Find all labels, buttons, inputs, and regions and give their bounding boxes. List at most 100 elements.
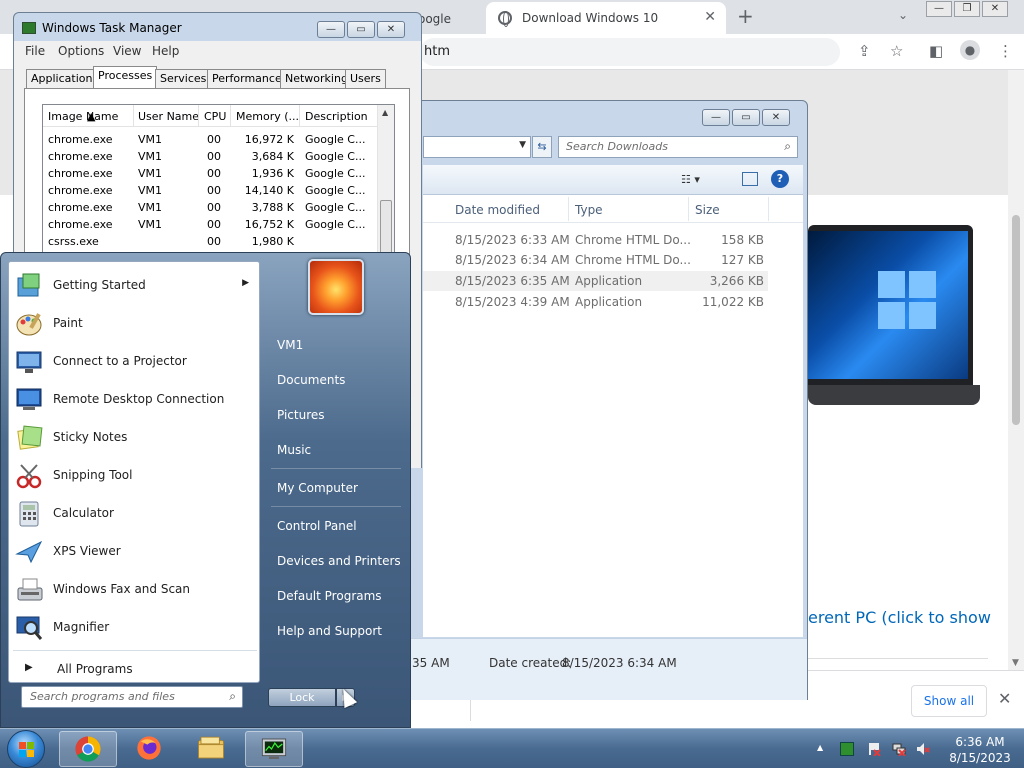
start-item-control-panel[interactable]: Control Panel <box>267 511 405 541</box>
scroll-thumb[interactable] <box>380 200 392 260</box>
refresh-icon[interactable]: ⇆ <box>532 136 552 158</box>
menu-kebab-icon[interactable]: ⋮ <box>998 42 1013 60</box>
maximize-button[interactable]: ▭ <box>732 109 760 126</box>
close-button[interactable]: ✕ <box>982 1 1008 17</box>
column-image-name[interactable]: Image Name <box>48 110 118 123</box>
page-scrollbar[interactable]: ▼ <box>1008 70 1024 670</box>
process-cpu: 00 <box>207 150 221 163</box>
all-programs-button[interactable]: ▶ All Programs <box>13 657 257 681</box>
tab-performance[interactable]: Performance <box>207 69 287 88</box>
scroll-up-icon[interactable]: ▲ <box>382 108 388 117</box>
download-bar-close-icon[interactable]: ✕ <box>998 689 1011 708</box>
action-center-flag-icon[interactable] <box>867 742 881 756</box>
tab-networking[interactable]: Networking <box>280 69 353 88</box>
minimize-button[interactable]: — <box>926 1 952 17</box>
column-description[interactable]: Description <box>305 110 368 123</box>
new-tab-button[interactable]: + <box>737 4 754 28</box>
start-item-default-programs[interactable]: Default Programs <box>267 581 405 611</box>
menu-help[interactable]: Help <box>152 44 179 58</box>
address-bar[interactable]: htm <box>420 38 840 66</box>
tab-processes[interactable]: Processes <box>93 66 158 89</box>
process-row[interactable]: chrome.exe VM1 00 14,140 K Google C... <box>43 182 378 199</box>
restore-button[interactable]: ❐ <box>954 1 980 17</box>
different-pc-link[interactable]: erent PC (click to show <box>808 608 991 627</box>
start-button[interactable] <box>7 730 45 768</box>
address-dropdown-icon[interactable]: ▼ <box>519 140 526 150</box>
tab-applications[interactable]: Applications <box>26 69 104 88</box>
program-getting-started[interactable]: Getting Started ▶ <box>13 268 257 304</box>
lock-button[interactable]: Lock <box>268 688 336 707</box>
profile-avatar-icon[interactable]: ● <box>960 40 980 60</box>
volume-muted-icon[interactable] <box>916 742 930 756</box>
column-type[interactable]: Type <box>575 203 603 217</box>
program-sticky-notes[interactable]: Sticky Notes <box>13 420 257 456</box>
tray-app-icon[interactable] <box>840 742 854 756</box>
tab-users[interactable]: Users <box>345 69 386 88</box>
program-fax-scan[interactable]: Windows Fax and Scan <box>13 572 257 608</box>
taskbar-chrome[interactable] <box>59 731 117 767</box>
search-downloads-input[interactable]: Search Downloads ⌕ <box>558 136 798 158</box>
maximize-button[interactable]: ▭ <box>347 21 375 38</box>
taskbar-task-manager[interactable] <box>245 731 303 767</box>
preview-pane-icon[interactable] <box>742 172 758 186</box>
program-connect-projector[interactable]: Connect to a Projector <box>13 344 257 380</box>
start-item-music[interactable]: Music <box>267 435 405 465</box>
process-row[interactable]: chrome.exe VM1 00 3,788 K Google C... <box>43 199 378 216</box>
start-item-help-support[interactable]: Help and Support <box>267 616 405 646</box>
help-icon[interactable]: ? <box>771 170 789 188</box>
process-row[interactable]: csrss.exe 00 1,980 K <box>43 233 378 250</box>
tab-services[interactable]: Services <box>155 69 212 88</box>
process-memory: 3,684 K <box>251 150 294 163</box>
search-programs-input[interactable]: Search programs and files ⌕ <box>21 686 243 708</box>
scroll-down-icon[interactable]: ▼ <box>1012 658 1019 668</box>
change-view-icon[interactable]: ☷ ▾ <box>681 173 700 186</box>
minimize-button[interactable]: — <box>702 109 730 126</box>
column-memory[interactable]: Memory (... <box>236 110 299 123</box>
minimize-button[interactable]: — <box>317 21 345 38</box>
process-row[interactable]: chrome.exe VM1 00 1,936 K Google C... <box>43 165 378 182</box>
program-magnifier[interactable]: Magnifier <box>13 610 257 646</box>
program-remote-desktop[interactable]: Remote Desktop Connection <box>13 382 257 418</box>
close-button[interactable]: ✕ <box>377 21 405 38</box>
share-icon[interactable]: ⇪ <box>858 42 871 60</box>
start-item-my-computer[interactable]: My Computer <box>267 473 405 503</box>
tab-close-icon[interactable]: ✕ <box>704 9 716 25</box>
tab-search-chevron-icon[interactable]: ⌄ <box>898 8 908 22</box>
search-icon: ⌕ <box>784 139 791 153</box>
file-row[interactable]: 8/15/2023 4:39 AM Application 11,022 KB <box>423 292 768 312</box>
file-row-selected[interactable]: 8/15/2023 6:35 AM Application 3,266 KB <box>423 271 768 291</box>
scroll-thumb[interactable] <box>1012 215 1020 425</box>
user-avatar[interactable] <box>308 259 364 315</box>
show-hidden-icons-icon[interactable]: ▲ <box>817 743 823 752</box>
program-snipping-tool[interactable]: Snipping Tool <box>13 458 257 494</box>
bookmark-star-icon[interactable]: ☆ <box>890 42 903 60</box>
column-user-name[interactable]: User Name <box>138 110 199 123</box>
process-row[interactable]: chrome.exe VM1 00 16,752 K Google C... <box>43 216 378 233</box>
menu-options[interactable]: Options <box>58 44 104 58</box>
start-item-documents[interactable]: Documents <box>267 365 405 395</box>
taskbar-firefox[interactable] <box>121 731 179 767</box>
side-panel-icon[interactable]: ◧ <box>929 42 943 60</box>
menu-file[interactable]: File <box>25 44 45 58</box>
column-cpu[interactable]: CPU <box>204 110 226 123</box>
menu-view[interactable]: View <box>113 44 141 58</box>
column-size[interactable]: Size <box>695 203 720 217</box>
start-item-pictures[interactable]: Pictures <box>267 400 405 430</box>
network-icon[interactable] <box>892 742 906 756</box>
file-row[interactable]: 8/15/2023 6:34 AM Chrome HTML Do... 127 … <box>423 250 768 270</box>
system-clock[interactable]: 6:36 AM 8/15/2023 <box>942 734 1018 766</box>
taskbar-file-explorer[interactable] <box>183 731 241 767</box>
close-button[interactable]: ✕ <box>762 109 790 126</box>
process-row[interactable]: chrome.exe VM1 00 16,972 K Google C... <box>43 131 378 148</box>
tab-download-windows[interactable]: Download Windows 10 ✕ <box>486 2 726 34</box>
program-calculator[interactable]: Calculator <box>13 496 257 532</box>
start-item-user[interactable]: VM1 <box>267 330 405 360</box>
program-xps-viewer[interactable]: XPS Viewer <box>13 534 257 570</box>
show-all-button[interactable]: Show all <box>911 685 987 717</box>
file-row[interactable]: 8/15/2023 6:33 AM Chrome HTML Do... 158 … <box>423 230 768 250</box>
start-item-devices-printers[interactable]: Devices and Printers <box>267 546 405 576</box>
process-row[interactable]: chrome.exe VM1 00 3,684 K Google C... <box>43 148 378 165</box>
program-paint[interactable]: Paint <box>13 306 257 342</box>
explorer-address-bar[interactable]: ▼ <box>423 136 531 158</box>
column-date-modified[interactable]: Date modified <box>455 203 540 217</box>
